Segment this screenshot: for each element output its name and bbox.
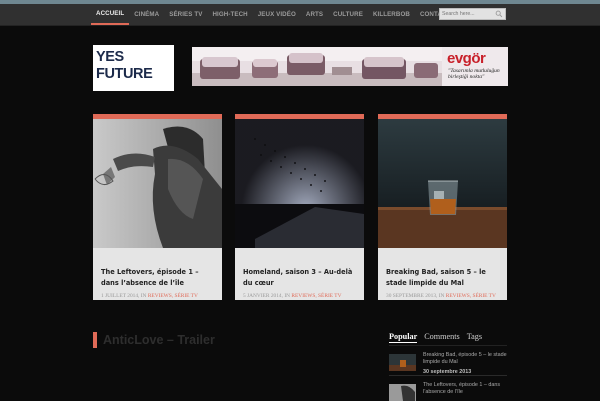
section-title: AnticLove – Trailer xyxy=(93,332,215,348)
card-in-label: in xyxy=(140,293,147,299)
logo-line-1: YES xyxy=(96,49,124,65)
main-navigation-bar: Accueil Cinéma Séries TV High-Tech Jeux … xyxy=(0,4,600,26)
popular-post-title[interactable]: The Leftovers, épisode 1 – dans l’absenc… xyxy=(423,382,509,396)
site-logo[interactable]: YES FUTURE xyxy=(93,45,174,91)
sidebar-tabs: Popular Comments Tags xyxy=(389,332,489,343)
card-date: 1 juillet 2014 xyxy=(101,293,139,299)
nav-item-arts[interactable]: Arts xyxy=(301,4,328,25)
popular-thumb xyxy=(389,384,416,401)
popular-divider xyxy=(389,375,507,376)
nav-item-killerbob[interactable]: Killerbob xyxy=(368,4,415,25)
nav-item-accueil[interactable]: Accueil xyxy=(91,4,130,25)
advertisement-banner[interactable]: evgör "Tasarımla mutluluğun birleştiği n… xyxy=(192,47,508,86)
card-meta-3: 30 septembre 2013, in Reviews, Série TV xyxy=(386,293,496,299)
banner-sofa-image xyxy=(192,47,442,86)
nav-item-series-tv[interactable]: Séries TV xyxy=(164,4,207,25)
featured-post-card-2[interactable]: Homeland, saison 3 – Au-delà du cœur xyxy=(235,114,364,300)
search-box xyxy=(439,8,506,20)
nav-item-cinema[interactable]: Cinéma xyxy=(129,4,164,25)
card-image-breaking-bad xyxy=(378,119,507,248)
nav-item-high-tech[interactable]: High-Tech xyxy=(207,4,252,25)
card-meta-1: 1 juillet 2014, in Reviews, Série TV xyxy=(101,293,198,299)
card-title[interactable]: Homeland, saison 3 – Au-delà du cœur xyxy=(243,267,359,289)
tab-popular[interactable]: Popular xyxy=(389,332,418,343)
search-input[interactable] xyxy=(442,9,494,19)
nav-item-jeux-video[interactable]: Jeux vidéo xyxy=(253,4,301,25)
tab-comments[interactable]: Comments xyxy=(424,332,459,343)
popular-thumb xyxy=(389,354,416,371)
tab-tags[interactable]: Tags xyxy=(467,332,482,343)
card-in-label: in xyxy=(438,293,445,299)
featured-post-card-3[interactable]: Breaking Bad, saison 5 – le stade limpid… xyxy=(378,114,507,300)
card-categories[interactable]: Reviews, Série TV xyxy=(291,293,341,299)
card-image-homeland xyxy=(235,119,364,248)
card-date: 30 septembre 2013 xyxy=(386,293,437,299)
logo-line-2: FUTURE xyxy=(96,66,153,82)
card-categories[interactable]: Reviews, Série TV xyxy=(446,293,496,299)
nav-item-culture[interactable]: Culture xyxy=(328,4,368,25)
popular-post-title[interactable]: Breaking Bad, épisode 5 – le stade limpi… xyxy=(423,352,509,366)
card-meta-2: 5 janvier 2014, in Reviews, Série TV xyxy=(243,293,342,299)
card-title[interactable]: The Leftovers, épisode 1 – dans l’absenc… xyxy=(101,267,217,289)
featured-post-card-1[interactable]: The Leftovers, épisode 1 – dans l’absenc… xyxy=(93,114,222,300)
main-menu: Accueil Cinéma Séries TV High-Tech Jeux … xyxy=(91,4,455,25)
popular-post-item[interactable]: The Leftovers, épisode 1 – dans l’absenc… xyxy=(389,382,509,401)
banner-brand: evgör xyxy=(447,50,486,67)
card-in-label: in xyxy=(284,293,291,299)
card-categories[interactable]: Reviews, Série TV xyxy=(148,293,198,299)
card-title[interactable]: Breaking Bad, saison 5 – le stade limpid… xyxy=(386,267,502,289)
tabs-divider xyxy=(389,345,507,346)
card-image-leftovers xyxy=(93,119,222,248)
card-date: 5 janvier 2014 xyxy=(243,293,282,299)
search-icon[interactable] xyxy=(495,10,503,18)
popular-post-item[interactable]: Breaking Bad, épisode 5 – le stade limpi… xyxy=(389,352,509,375)
banner-tagline: "Tasarımla mutluluğun birleştiği nokta" xyxy=(448,68,500,80)
